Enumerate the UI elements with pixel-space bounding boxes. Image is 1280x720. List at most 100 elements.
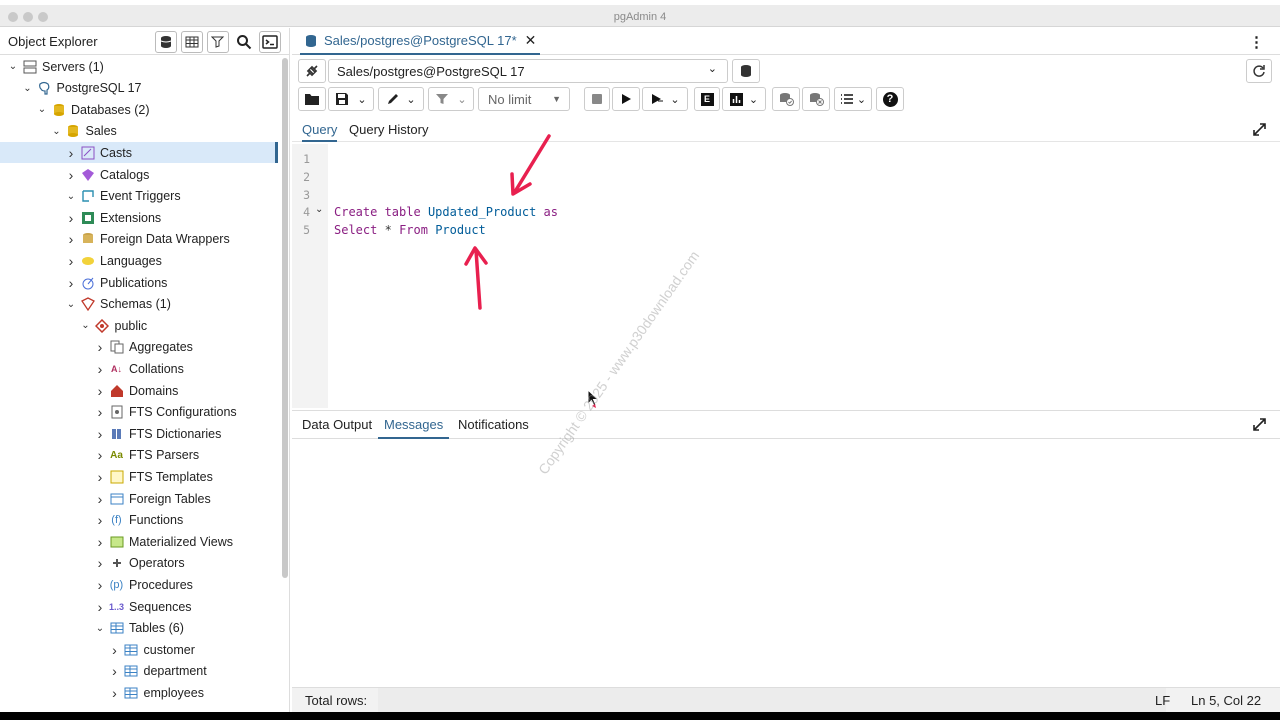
tab-messages[interactable]: Messages — [378, 417, 450, 439]
tab-notifications[interactable]: Notifications — [458, 417, 529, 432]
chevron-right-icon[interactable]: › — [108, 663, 122, 679]
tree-item-domains[interactable]: › Domains — [0, 380, 278, 401]
tree-item-operators[interactable]: › Operators — [0, 553, 278, 574]
tree-item-functions[interactable]: › (f) Functions — [0, 510, 278, 531]
search-objects-button[interactable] — [233, 31, 255, 53]
tree-item-casts[interactable]: › Casts — [0, 142, 278, 164]
save-file-button[interactable]: ⌄ — [328, 87, 374, 111]
chevron-down-icon[interactable]: ⌄ — [21, 83, 35, 94]
execute-button[interactable] — [612, 87, 640, 111]
tree-item-collations[interactable]: › A↓ Collations — [0, 358, 278, 379]
more-options-icon[interactable]: ⋮ — [1249, 33, 1264, 51]
expand-results-icon[interactable] — [1253, 418, 1266, 434]
tree-item-languages[interactable]: › Languages — [0, 250, 278, 271]
chevron-down-icon[interactable]: ⌄ — [79, 320, 93, 331]
tree-item-tables-6[interactable]: ⌄ Tables (6) — [0, 618, 278, 639]
tree-item-sequences[interactable]: › 1..3 Sequences — [0, 596, 278, 617]
new-connection-button[interactable] — [732, 59, 760, 83]
tree-item-schemas-1[interactable]: ⌄ Schemas (1) — [0, 294, 278, 315]
chevron-right-icon[interactable]: › — [93, 599, 107, 615]
chevron-right-icon[interactable]: › — [64, 210, 78, 226]
fold-chevron-icon[interactable]: ⌄ — [315, 204, 323, 215]
tab-query-history[interactable]: Query History — [349, 122, 428, 137]
sql-editor[interactable]: 1 2 3 4 5 ⌄ Create table Updated_Product… — [292, 134, 1280, 408]
tree-item-foreign-data-wrappers[interactable]: › Foreign Data Wrappers — [0, 229, 278, 250]
help-button[interactable]: ? — [876, 87, 904, 111]
chevron-down-icon[interactable]: ⌄ — [64, 191, 78, 202]
stop-query-button[interactable] — [584, 87, 610, 111]
chevron-right-icon[interactable]: › — [64, 145, 78, 161]
macros-button[interactable]: ⌄ — [834, 87, 872, 111]
tree-item-customer[interactable]: › customer — [0, 639, 278, 660]
tree-item-postgresql-17[interactable]: ⌄ PostgreSQL 17 — [0, 78, 278, 99]
connection-status-button[interactable] — [298, 59, 326, 83]
tree-scrollbar[interactable] — [282, 58, 288, 578]
chevron-right-icon[interactable]: › — [93, 404, 107, 420]
filter-button[interactable]: ⌄ — [428, 87, 474, 111]
tree-item-procedures[interactable]: › (p) Procedures — [0, 574, 278, 595]
chevron-right-icon[interactable]: › — [93, 383, 107, 399]
tree-item-materialized-views[interactable]: › Materialized Views — [0, 531, 278, 552]
chevron-down-icon[interactable]: ⌄ — [35, 104, 49, 115]
edit-button[interactable]: ⌄ — [378, 87, 424, 111]
tree-item-event-triggers[interactable]: ⌄ Event Triggers — [0, 186, 278, 207]
chevron-right-icon[interactable]: › — [108, 685, 122, 701]
tab-data-output[interactable]: Data Output — [302, 417, 372, 432]
chevron-right-icon[interactable]: › — [93, 555, 107, 571]
tree-item-databases-2[interactable]: ⌄ Databases (2) — [0, 99, 278, 120]
chevron-down-icon[interactable]: ⌄ — [64, 299, 78, 310]
tree-item-servers-1[interactable]: ⌄ Servers (1) — [0, 56, 278, 77]
close-tab-icon[interactable]: ✕ — [525, 32, 537, 49]
rollback-button[interactable] — [802, 87, 830, 111]
execute-script-button[interactable]: ⌄ — [642, 87, 688, 111]
tab-query[interactable]: Query — [302, 122, 338, 142]
tree-item-catalogs[interactable]: › Catalogs — [0, 164, 278, 185]
chevron-right-icon[interactable]: › — [64, 253, 78, 269]
chevron-down-icon[interactable]: ⌄ — [93, 623, 107, 634]
tree-item-fts-dictionaries[interactable]: › FTS Dictionaries — [0, 423, 278, 444]
query-tool-button[interactable] — [155, 31, 177, 53]
chevron-down-icon: ⌄ — [748, 93, 759, 106]
tree-item-department[interactable]: › department — [0, 661, 278, 682]
query-tab[interactable]: Sales/postgres@PostgreSQL 17* ✕ — [300, 28, 541, 55]
chevron-right-icon[interactable]: › — [93, 469, 107, 485]
chevron-right-icon[interactable]: › — [93, 512, 107, 528]
tree-item-public[interactable]: ⌄ public — [0, 315, 278, 336]
commit-button[interactable] — [772, 87, 800, 111]
chevron-down-icon[interactable]: ⌄ — [50, 126, 64, 137]
tree-item-publications[interactable]: › Publications — [0, 272, 278, 293]
tree-item-extensions[interactable]: › Extensions — [0, 207, 278, 228]
chevron-right-icon[interactable]: › — [93, 447, 107, 463]
chevron-right-icon[interactable]: › — [93, 361, 107, 377]
psql-tool-button[interactable] — [259, 31, 281, 53]
tree-item-fts-configurations[interactable]: › FTS Configurations — [0, 402, 278, 423]
connection-select[interactable]: Sales/postgres@PostgreSQL 17 ⌄ — [328, 59, 728, 83]
tree-item-fts-parsers[interactable]: › Aa FTS Parsers — [0, 445, 278, 466]
chevron-right-icon[interactable]: › — [64, 231, 78, 247]
explain-analyze-button[interactable]: ⌄ — [722, 87, 766, 111]
explain-button[interactable]: E — [694, 87, 720, 111]
row-limit-select[interactable]: No limit ▼ — [478, 87, 570, 111]
chevron-right-icon[interactable]: › — [93, 577, 107, 593]
chevron-right-icon[interactable]: › — [64, 167, 78, 183]
chevron-down-icon[interactable]: ⌄ — [6, 61, 20, 72]
chevron-right-icon[interactable]: › — [64, 275, 78, 291]
tree-item-sales[interactable]: ⌄ Sales — [0, 121, 278, 142]
tree-item-aggregates[interactable]: › Aggregates — [0, 337, 278, 358]
fdw-icon — [80, 232, 95, 246]
chevron-right-icon[interactable]: › — [93, 339, 107, 355]
chevron-right-icon[interactable]: › — [108, 642, 122, 658]
tree-item-employees[interactable]: › employees — [0, 682, 278, 703]
tree-item-label: Foreign Tables — [129, 491, 211, 506]
chevron-right-icon[interactable]: › — [93, 491, 107, 507]
view-data-button[interactable] — [181, 31, 203, 53]
refresh-button[interactable] — [1246, 59, 1272, 83]
chevron-right-icon[interactable]: › — [93, 426, 107, 442]
chevron-down-icon: ⌄ — [457, 93, 467, 106]
tree-item-fts-templates[interactable]: › FTS Templates — [0, 466, 278, 487]
open-file-button[interactable] — [298, 87, 326, 111]
filtered-rows-button[interactable] — [207, 31, 229, 53]
expand-editor-icon[interactable] — [1253, 123, 1266, 139]
tree-item-foreign-tables[interactable]: › Foreign Tables — [0, 488, 278, 509]
chevron-right-icon[interactable]: › — [93, 534, 107, 550]
